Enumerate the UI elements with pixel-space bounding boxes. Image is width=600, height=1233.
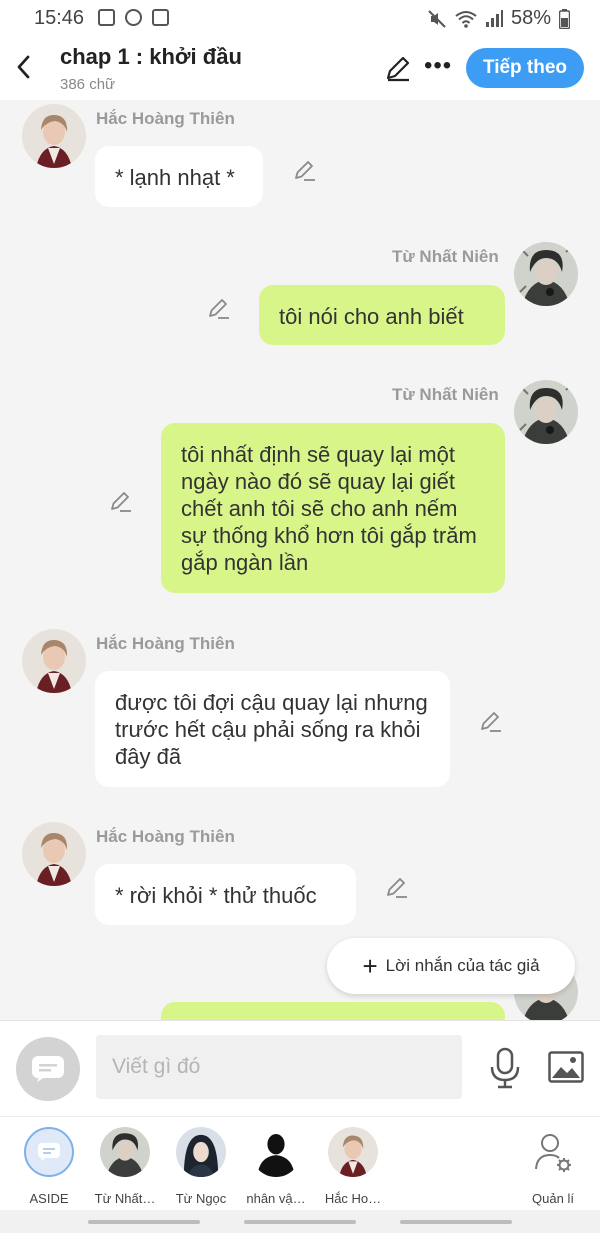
character-label: Từ Ngọc [175,1191,227,1206]
system-nav-bar [0,1210,600,1233]
message-input[interactable] [96,1035,462,1099]
aside-avatar [24,1127,74,1177]
signal-icon [485,9,503,27]
message-bubble[interactable]: * rời khỏi * thử thuốc [95,864,356,925]
avatar-hac-hoang-thien[interactable] [22,104,86,168]
manage-characters-button[interactable]: Quản lí [513,1127,593,1206]
more-options-icon[interactable]: ••• [424,52,452,80]
chapter-header: chap 1 : khởi đầu 386 chữ ••• Tiếp theo [0,36,600,100]
character-hac-hoang-thien[interactable]: Hắc Ho… [313,1127,393,1206]
mute-icon [428,9,446,28]
character-avatar [328,1127,378,1177]
nav-home-handle[interactable] [244,1220,356,1224]
app-notification-icon [152,9,169,26]
battery-icon [559,8,570,29]
character-nhan-vat[interactable]: nhân vậ… [236,1127,316,1206]
message-input-bar [0,1020,600,1116]
character-label: ASIDE [29,1191,69,1206]
manage-icon-wrap [528,1127,578,1177]
character-avatar [176,1127,226,1177]
sender-name: Hắc Hoàng Thiên [96,109,235,128]
edit-message-icon[interactable] [478,708,504,734]
avatar-tu-nhat-nien[interactable] [514,242,578,306]
clock: 15:46 [34,7,85,29]
message-bubble[interactable]: * lạnh nhạt * [95,146,263,207]
next-chapter-button[interactable]: Tiếp theo [466,48,584,88]
circle-notification-icon [125,9,142,26]
edit-message-icon[interactable] [108,488,134,514]
message-bubble-partial[interactable] [161,1002,505,1020]
sender-name: Hắc Hoàng Thiên [96,634,235,653]
character-label: nhân vậ… [246,1191,306,1206]
sender-name: Từ Nhất Niên [392,247,499,266]
sender-name: Từ Nhất Niên [392,385,499,404]
nav-recents-handle[interactable] [88,1220,200,1224]
character-tu-nhat-nien[interactable]: Từ Nhất… [85,1127,165,1206]
message-bubble[interactable]: được tôi đợi cậu quay lại nhưng trước hế… [95,671,450,787]
user-settings-icon [535,1134,571,1172]
avatar-hac-hoang-thien[interactable] [22,629,86,693]
character-aside[interactable]: ASIDE [9,1127,89,1206]
avatar-tu-nhat-nien[interactable] [514,380,578,444]
chat-bubble-icon [32,1056,64,1082]
battery-percent: 58% [510,7,551,29]
edit-message-icon[interactable] [292,157,318,183]
edit-chapter-icon[interactable] [384,54,412,82]
wifi-icon [455,10,477,28]
character-label: Từ Nhất… [94,1191,156,1206]
plus-icon: + [362,951,378,981]
character-tu-ngoc[interactable]: Từ Ngọc [161,1127,241,1206]
gallery-notification-icon [98,9,115,26]
character-bar: ASIDE Từ Nhất… Từ Ngọc nhân vậ… Hắc Ho… … [0,1116,600,1210]
status-bar: 15:46 58% [0,0,600,36]
system-icons: 58% [427,7,570,30]
microphone-icon[interactable] [488,1047,522,1089]
notification-icons [98,9,169,26]
aside-toggle-button[interactable] [16,1037,80,1101]
chat-bubble-icon [38,1143,60,1161]
character-avatar [251,1127,301,1177]
manage-label: Quản lí [532,1191,574,1206]
word-count: 386 chữ [60,76,116,93]
message-bubble[interactable]: tôi nói cho anh biết [259,285,505,345]
chat-area[interactable]: Hắc Hoàng Thiên * lạnh nhạt * Từ Nhất Ni… [0,100,600,1020]
sender-name: Hắc Hoàng Thiên [96,827,235,846]
image-icon[interactable] [548,1051,584,1083]
character-avatar [100,1127,150,1177]
character-label: Hắc Ho… [324,1191,382,1206]
author-note-button[interactable]: + Lời nhắn của tác giả [327,938,575,994]
edit-message-icon[interactable] [206,295,232,321]
author-note-label: Lời nhắn của tác giả [385,956,540,975]
message-bubble[interactable]: tôi nhất định sẽ quay lại một ngày nào đ… [161,423,505,593]
back-icon[interactable] [12,52,36,82]
nav-back-handle[interactable] [400,1220,512,1224]
avatar-hac-hoang-thien[interactable] [22,822,86,886]
edit-message-icon[interactable] [384,874,410,900]
chapter-title: chap 1 : khởi đầu [60,44,242,69]
